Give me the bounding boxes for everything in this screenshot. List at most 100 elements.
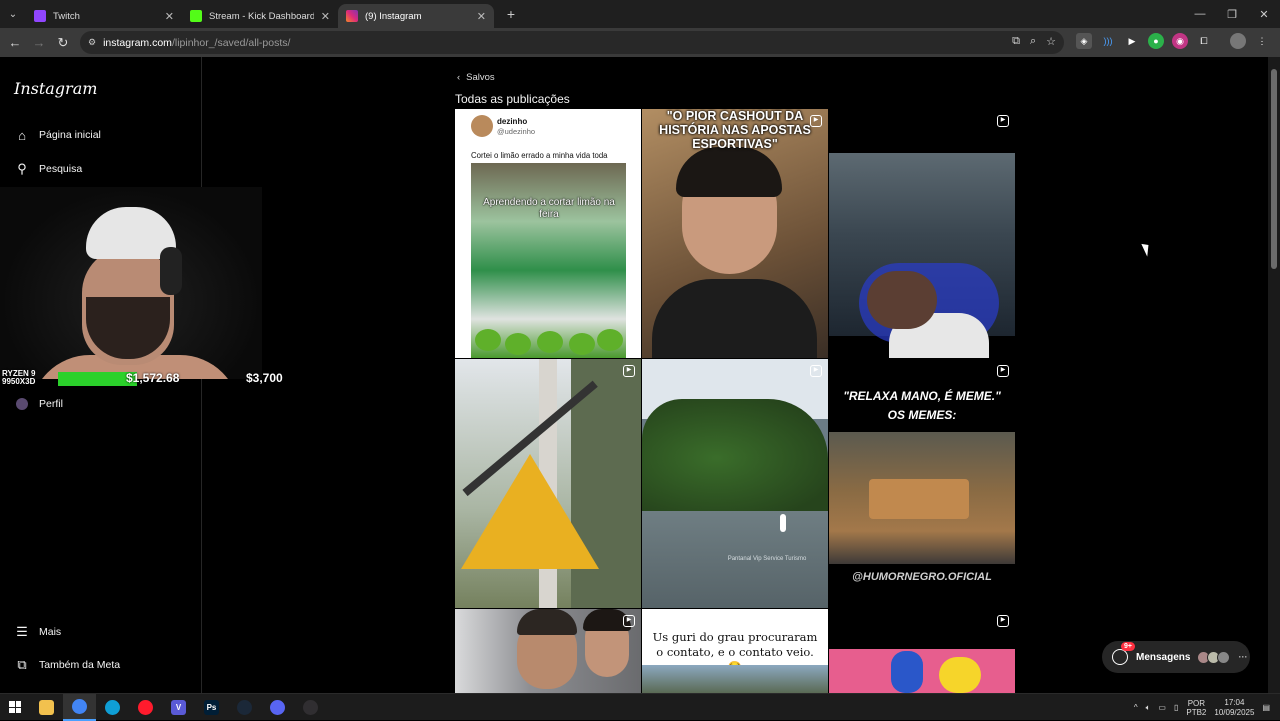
lime-shape bbox=[475, 329, 501, 351]
taskbar-app-file-explorer[interactable] bbox=[30, 694, 63, 721]
instagram-logo[interactable]: Instagram bbox=[14, 79, 97, 98]
install-app-icon[interactable]: ⧉ bbox=[1012, 35, 1020, 48]
taskbar-app-discord[interactable] bbox=[261, 694, 294, 721]
reload-button[interactable]: ↻ bbox=[51, 31, 75, 55]
tab-label: Stream - Kick Dashboard bbox=[209, 10, 314, 22]
green-extension-icon[interactable]: ● bbox=[1148, 33, 1164, 49]
taskbar-app-chrome[interactable] bbox=[63, 693, 96, 721]
post-tile[interactable]: ▶ bbox=[829, 109, 1015, 358]
new-tab-button[interactable]: + bbox=[500, 3, 522, 25]
taskbar-app-edge[interactable] bbox=[96, 694, 129, 721]
post-tile[interactable]: ▶ bbox=[455, 609, 641, 693]
post-image-caption: Aprendendo a cortar limão na feira bbox=[483, 197, 615, 220]
profile-avatar bbox=[14, 396, 30, 412]
instagram-page: Instagram ⌂ Página inicial ⚲ Pesquisa Pe… bbox=[0, 57, 1280, 693]
post-image bbox=[642, 665, 828, 693]
browser-tabbar: ⌄ Twitch ✕ Stream - Kick Dashboard ✕ (9)… bbox=[0, 0, 1280, 28]
photoshop-icon: Ps bbox=[204, 699, 219, 715]
goal-target-value: $3,700 bbox=[246, 371, 283, 385]
media-extension-icon[interactable]: ▶ bbox=[1124, 33, 1140, 49]
profile-avatar[interactable] bbox=[1230, 33, 1246, 49]
extensions-puzzle-icon[interactable]: ⧠ bbox=[1196, 33, 1212, 49]
sidebar-item-more[interactable]: ☰ Mais bbox=[14, 624, 61, 640]
notification-icon[interactable]: ▤ bbox=[1262, 703, 1270, 712]
sidebar-item-search[interactable]: ⚲ Pesquisa bbox=[14, 161, 82, 177]
reel-icon: ▶ bbox=[810, 615, 822, 627]
address-bar[interactable]: ⚙ instagram.com/lipinhor_/saved/all-post… bbox=[80, 31, 1064, 54]
shield-extension-icon[interactable]: ◈ bbox=[1076, 33, 1092, 49]
tab-kick-dashboard[interactable]: Stream - Kick Dashboard ✕ bbox=[182, 4, 338, 28]
sidebar-item-home[interactable]: ⌂ Página inicial bbox=[14, 127, 101, 143]
sidebar-item-profile[interactable]: Perfil bbox=[14, 396, 63, 412]
chevron-left-icon: ‹ bbox=[457, 72, 461, 83]
avatar bbox=[1217, 650, 1231, 664]
close-icon[interactable]: ✕ bbox=[477, 10, 486, 23]
close-window-button[interactable]: ✕ bbox=[1248, 0, 1280, 28]
taskbar-app-obs[interactable] bbox=[294, 694, 327, 721]
post-tile[interactable]: Pantanal Vip Service Turismo ▶ bbox=[642, 359, 828, 608]
post-image bbox=[829, 432, 1015, 564]
forward-button[interactable]: → bbox=[27, 31, 51, 55]
post-tile[interactable]: dezinho @udezinho Cortei o limão errado … bbox=[455, 109, 641, 358]
chrome-menu-icon[interactable]: ⋮ bbox=[1254, 33, 1270, 49]
kick-icon bbox=[190, 10, 202, 22]
chrome-icon bbox=[72, 698, 87, 714]
zoom-icon[interactable]: ⌕ bbox=[1030, 35, 1036, 48]
notification-badge: 9+ bbox=[1121, 642, 1135, 651]
tab-twitch[interactable]: Twitch ✕ bbox=[26, 4, 182, 28]
page-scrollbar[interactable] bbox=[1268, 57, 1280, 693]
steam-icon bbox=[237, 699, 252, 715]
heron-shape bbox=[780, 514, 786, 532]
start-button[interactable] bbox=[0, 694, 30, 721]
colorful-extension-icon[interactable]: ◉ bbox=[1172, 33, 1188, 49]
tab-label: Twitch bbox=[53, 10, 80, 22]
more-icon: ··· bbox=[1238, 652, 1248, 662]
post-tile[interactable]: Us guri do grau procuraram o contato, e … bbox=[642, 609, 828, 693]
post-tile[interactable]: "O PIOR CASHOUT DA HISTÓRIA NAS APOSTAS … bbox=[642, 109, 828, 358]
minimize-button[interactable]: — bbox=[1184, 0, 1216, 28]
twitch-icon bbox=[34, 10, 46, 22]
post-tile[interactable]: ▶ bbox=[455, 359, 641, 608]
language-indicator[interactable]: POR PTB2 bbox=[1186, 699, 1206, 717]
menu-icon: ☰ bbox=[16, 624, 28, 639]
avatar bbox=[471, 115, 493, 137]
taskbar-app-opera[interactable] bbox=[129, 694, 162, 721]
tab-label: (9) Instagram bbox=[365, 10, 422, 22]
post-text: Cortei o limão errado a minha vida toda bbox=[471, 151, 608, 160]
taskbar-app-photoshop[interactable]: Ps bbox=[195, 694, 228, 721]
close-icon[interactable]: ✕ bbox=[321, 10, 330, 23]
site-info-icon[interactable]: ⚙ bbox=[88, 37, 96, 48]
battery-icon[interactable]: ▯ bbox=[1174, 703, 1178, 712]
taskbar-app-vpn[interactable]: V bbox=[162, 694, 195, 721]
tab-instagram[interactable]: (9) Instagram ✕ bbox=[338, 4, 494, 28]
chevron-up-icon[interactable]: ^ bbox=[1134, 703, 1138, 712]
post-tile[interactable]: ▶ bbox=[829, 609, 1015, 693]
clock[interactable]: 17:04 10/09/2025 bbox=[1214, 698, 1254, 718]
clock-date: 10/09/2025 bbox=[1214, 707, 1255, 717]
vpn-icon: V bbox=[171, 699, 186, 715]
sidebar-item-label: Página inicial bbox=[39, 129, 101, 141]
restore-button[interactable]: ❐ bbox=[1216, 0, 1248, 28]
post-author-name: dezinho bbox=[497, 117, 528, 126]
speaker-icon[interactable]: 🔈︎ bbox=[1146, 703, 1151, 713]
message-avatars bbox=[1197, 650, 1231, 664]
url-host: instagram.com bbox=[103, 36, 172, 49]
sidebar-item-also-from-meta[interactable]: ⧉ Também da Meta bbox=[14, 657, 120, 673]
network-icon[interactable]: ▭ bbox=[1158, 703, 1166, 712]
bookmark-star-icon[interactable]: ☆ bbox=[1046, 35, 1056, 48]
taskbar-app-steam[interactable] bbox=[228, 694, 261, 721]
close-icon[interactable]: ✕ bbox=[165, 10, 174, 23]
messages-button[interactable]: 9+ Mensagens ··· bbox=[1102, 641, 1250, 673]
audio-extension-icon[interactable]: ))) bbox=[1100, 33, 1116, 49]
tab-search-button[interactable]: ⌄ bbox=[0, 0, 26, 28]
sidebar-item-label: Também da Meta bbox=[39, 659, 121, 671]
lime-shape bbox=[537, 331, 563, 353]
saved-back-link[interactable]: ‹ Salvos bbox=[457, 72, 495, 83]
scrollbar-thumb[interactable] bbox=[1271, 69, 1277, 269]
obs-icon bbox=[303, 699, 318, 715]
post-tile[interactable]: "RELAXA MANO, É MEME." OS MEMES: @HUMORN… bbox=[829, 359, 1015, 608]
person-hair bbox=[517, 609, 577, 635]
back-button[interactable]: ← bbox=[3, 31, 27, 55]
windows-logo-icon bbox=[9, 701, 21, 713]
reel-icon: ▶ bbox=[810, 115, 822, 127]
